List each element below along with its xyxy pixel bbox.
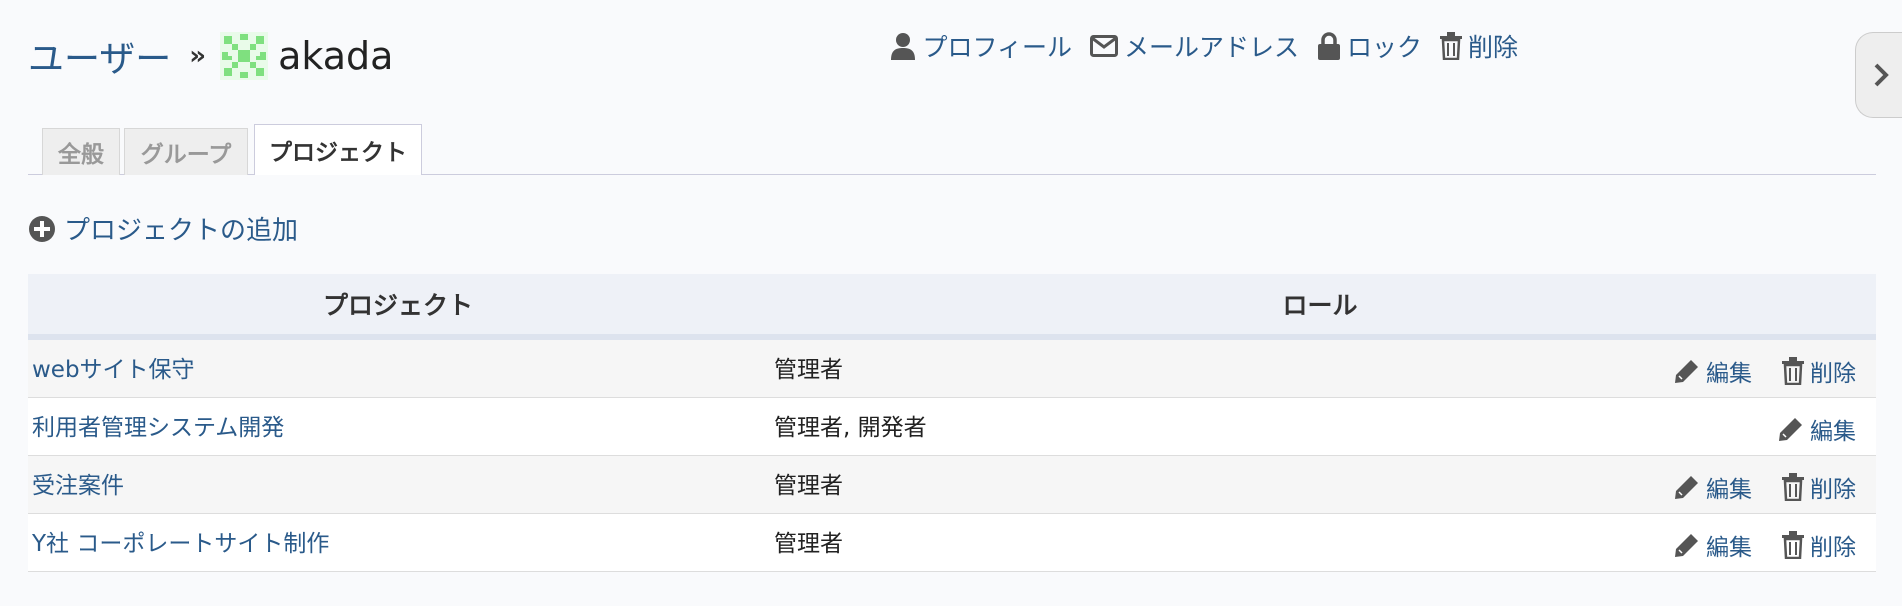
delete-label: 削除 [1467,33,1518,62]
breadcrumb-separator: » [189,41,207,71]
project-link[interactable]: 受注案件 [32,466,124,500]
trash-icon [1782,357,1804,385]
pencil-icon [1779,418,1802,441]
column-header-project: プロジェクト [322,291,473,320]
delete-label: 削除 [1810,535,1856,561]
tab-general[interactable]: 全般 [42,128,120,175]
trash-icon [1439,32,1462,60]
page-title: akada [278,34,394,78]
delete-user-link[interactable]: 削除 [1439,28,1518,64]
role-text: 管理者 [774,531,843,557]
table-row: Y社 コーポレートサイト制作 管理者 編集 削除 [28,514,1876,572]
add-project-link[interactable]: プロジェクトの追加 [28,210,298,247]
plus-circle-icon [29,215,55,242]
envelope-icon [1089,35,1118,57]
delete-label: 削除 [1810,477,1856,503]
memberships-table: プロジェクト ロール webサイト保守 管理者 編集 削除 利用者管理システム開… [28,274,1876,572]
table-row: webサイト保守 管理者 編集 削除 [28,340,1876,398]
row-actions: 編集 削除 [1674,354,1856,388]
role-text: 管理者, 開発者 [774,415,927,441]
table-header: プロジェクト ロール [28,274,1876,340]
profile-label: プロフィール [922,33,1072,62]
tab-bar: 全般 グループ プロジェクト [28,124,1876,175]
profile-link[interactable]: プロフィール [890,28,1072,64]
table-row: 利用者管理システム開発 管理者, 開発者 編集 [28,398,1876,456]
email-link[interactable]: メールアドレス [1089,28,1299,64]
lock-label: ロック [1346,33,1422,62]
row-actions: 編集 削除 [1674,470,1856,504]
user-actions: プロフィール メールアドレス ロック 削除 [890,28,1518,64]
pencil-icon [1675,534,1698,557]
edit-button[interactable]: 編集 [1674,470,1752,504]
email-label: メールアドレス [1123,33,1299,62]
breadcrumb: ユーザー » akada [28,20,393,92]
trash-icon [1782,473,1804,501]
role-text: 管理者 [774,473,843,499]
edit-label: 編集 [1706,361,1752,387]
lock-link[interactable]: ロック [1317,28,1422,64]
tab-projects[interactable]: プロジェクト [254,124,422,175]
trash-icon [1782,531,1804,559]
add-project-label: プロジェクトの追加 [64,216,299,246]
project-link[interactable]: webサイト保守 [32,350,195,384]
pencil-icon [1675,360,1698,383]
pencil-icon [1675,476,1698,499]
edit-label: 編集 [1810,419,1856,445]
project-link[interactable]: Y社 コーポレートサイト制作 [32,524,329,558]
project-link[interactable]: 利用者管理システム開発 [32,408,284,442]
edit-label: 編集 [1706,535,1752,561]
delete-button[interactable]: 削除 [1782,354,1856,388]
tab-groups[interactable]: グループ [124,128,248,175]
user-icon [891,33,916,60]
delete-label: 削除 [1810,361,1856,387]
role-text: 管理者 [774,357,843,383]
edit-label: 編集 [1706,477,1752,503]
lock-icon [1317,32,1340,60]
row-actions: 編集 [1778,412,1856,446]
chevron-right-icon [1874,63,1889,87]
breadcrumb-users-link[interactable]: ユーザー [28,30,171,82]
edit-button[interactable]: 編集 [1674,528,1752,562]
avatar [220,32,269,80]
column-header-role: ロール [1282,291,1358,320]
row-actions: 編集 削除 [1674,528,1856,562]
delete-button[interactable]: 削除 [1782,528,1856,562]
delete-button[interactable]: 削除 [1782,470,1856,504]
sidebar-toggle-button[interactable] [1855,32,1902,118]
table-row: 受注案件 管理者 編集 削除 [28,456,1876,514]
edit-button[interactable]: 編集 [1778,412,1856,446]
edit-button[interactable]: 編集 [1674,354,1752,388]
